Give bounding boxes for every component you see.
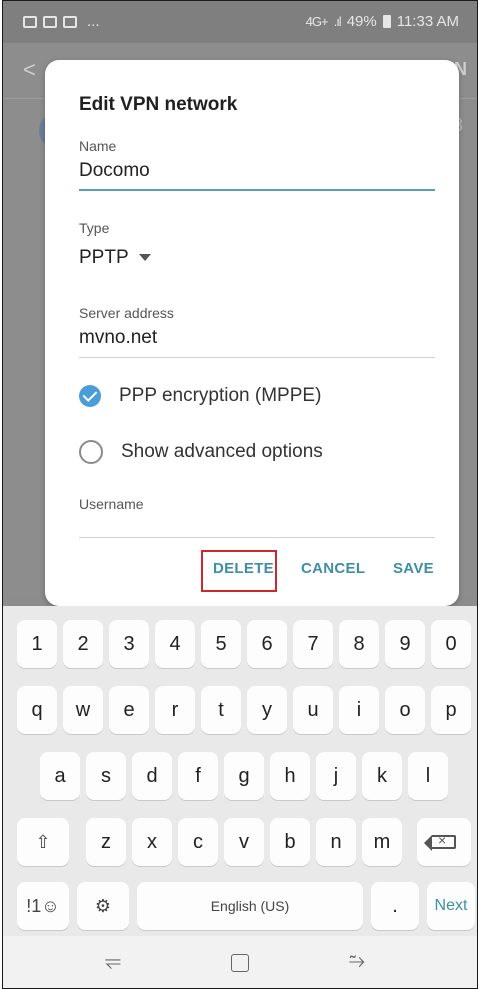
key-0[interactable]: 0 (431, 620, 471, 668)
cancel-button[interactable]: CANCEL (301, 560, 365, 577)
key-e[interactable]: e (109, 686, 149, 734)
key-j[interactable]: j (316, 752, 356, 800)
key-b[interactable]: b (270, 818, 310, 866)
soft-keyboard: 1 2 3 4 5 6 7 8 9 0 q w e r t y u i o p … (3, 606, 477, 936)
shift-icon: ⇧ (35, 831, 51, 852)
phone-screen: ... 4G+ .ıl 49% 11:33 AM < N 3 Edit VPN … (2, 0, 478, 989)
key-s[interactable]: s (86, 752, 126, 800)
key-4[interactable]: 4 (155, 620, 195, 668)
key-9[interactable]: 9 (385, 620, 425, 668)
key-x[interactable]: x (132, 818, 172, 866)
checked-icon (79, 385, 101, 407)
period-key[interactable]: . (371, 882, 419, 930)
signal-icon: .ıl (333, 14, 342, 29)
ppp-encryption-label: PPP encryption (MPPE) (119, 385, 322, 406)
dropdown-arrow-icon (138, 254, 151, 262)
notification-icons: ... (23, 13, 100, 30)
delete-button[interactable]: DELETE (213, 560, 274, 577)
backspace-icon (424, 832, 456, 851)
clock: 11:33 AM (396, 13, 459, 30)
key-t[interactable]: t (201, 686, 241, 734)
ppp-encryption-checkbox[interactable]: PPP encryption (MPPE) (79, 385, 321, 407)
key-d[interactable]: d (132, 752, 172, 800)
key-v[interactable]: v (224, 818, 264, 866)
username-label: Username (79, 496, 144, 512)
key-i[interactable]: i (339, 686, 379, 734)
back-arrow-icon: < (23, 57, 36, 82)
key-l[interactable]: l (408, 752, 448, 800)
key-o[interactable]: o (385, 686, 425, 734)
status-bar: ... 4G+ .ıl 49% 11:33 AM (3, 1, 477, 43)
key-3[interactable]: 3 (109, 620, 149, 668)
next-key[interactable]: Next (427, 882, 475, 930)
square-icon (231, 954, 249, 972)
type-dropdown[interactable]: PPTP (79, 247, 151, 269)
keyboard-settings-key[interactable]: ⚙ (77, 882, 129, 930)
name-field[interactable]: Docomo (79, 160, 150, 182)
space-key[interactable]: English (US) (137, 882, 363, 930)
key-8[interactable]: 8 (339, 620, 379, 668)
key-g[interactable]: g (224, 752, 264, 800)
type-label: Type (79, 220, 110, 236)
show-advanced-checkbox[interactable]: Show advanced options (79, 440, 323, 464)
key-m[interactable]: m (362, 818, 402, 866)
key-2[interactable]: 2 (63, 620, 103, 668)
recents-button-icon[interactable]: ⥫ (105, 950, 121, 973)
network-type: 4G+ (305, 14, 329, 29)
battery-icon (382, 15, 391, 28)
username-field[interactable] (79, 537, 435, 538)
key-r[interactable]: r (155, 686, 195, 734)
backspace-key[interactable] (417, 818, 471, 866)
battery-percent: 49% (346, 13, 377, 30)
name-underline (79, 189, 435, 191)
key-y[interactable]: y (247, 686, 287, 734)
server-label: Server address (79, 305, 174, 321)
key-f[interactable]: f (178, 752, 218, 800)
symbols-key[interactable]: !1☺ (17, 882, 69, 930)
key-u[interactable]: u (293, 686, 333, 734)
gear-icon: ⚙ (94, 895, 112, 916)
more-notifications: ... (87, 13, 100, 30)
save-button[interactable]: SAVE (393, 560, 434, 577)
key-w[interactable]: w (63, 686, 103, 734)
home-button[interactable] (231, 954, 249, 972)
show-advanced-label: Show advanced options (121, 441, 323, 462)
shift-key[interactable]: ⇧ (17, 818, 69, 866)
key-p[interactable]: p (431, 686, 471, 734)
server-underline (79, 357, 435, 358)
key-7[interactable]: 7 (293, 620, 333, 668)
unchecked-icon (79, 440, 103, 464)
gallery-icon (43, 15, 57, 28)
key-6[interactable]: 6 (247, 620, 287, 668)
key-n[interactable]: n (316, 818, 356, 866)
back-button-icon[interactable]: ⥲ (349, 950, 365, 973)
key-k[interactable]: k (362, 752, 402, 800)
key-5[interactable]: 5 (201, 620, 241, 668)
name-label: Name (79, 138, 117, 154)
key-h[interactable]: h (270, 752, 310, 800)
key-z[interactable]: z (86, 818, 126, 866)
key-1[interactable]: 1 (17, 620, 57, 668)
image-icon (23, 15, 37, 28)
dialog-buttons: DELETE CANCEL SAVE (45, 550, 459, 592)
dialog-title: Edit VPN network (79, 94, 238, 115)
video-icon (63, 15, 77, 28)
edit-vpn-dialog: Edit VPN network Name Docomo Type PPTP S… (45, 60, 459, 606)
server-address-field[interactable]: mvno.net (79, 327, 157, 349)
key-a[interactable]: a (40, 752, 80, 800)
system-status: 4G+ .ıl 49% 11:33 AM (306, 13, 459, 30)
key-c[interactable]: c (178, 818, 218, 866)
key-q[interactable]: q (17, 686, 57, 734)
type-value: PPTP (79, 247, 129, 268)
navigation-bar: ⥫ ⥲ (3, 936, 477, 988)
